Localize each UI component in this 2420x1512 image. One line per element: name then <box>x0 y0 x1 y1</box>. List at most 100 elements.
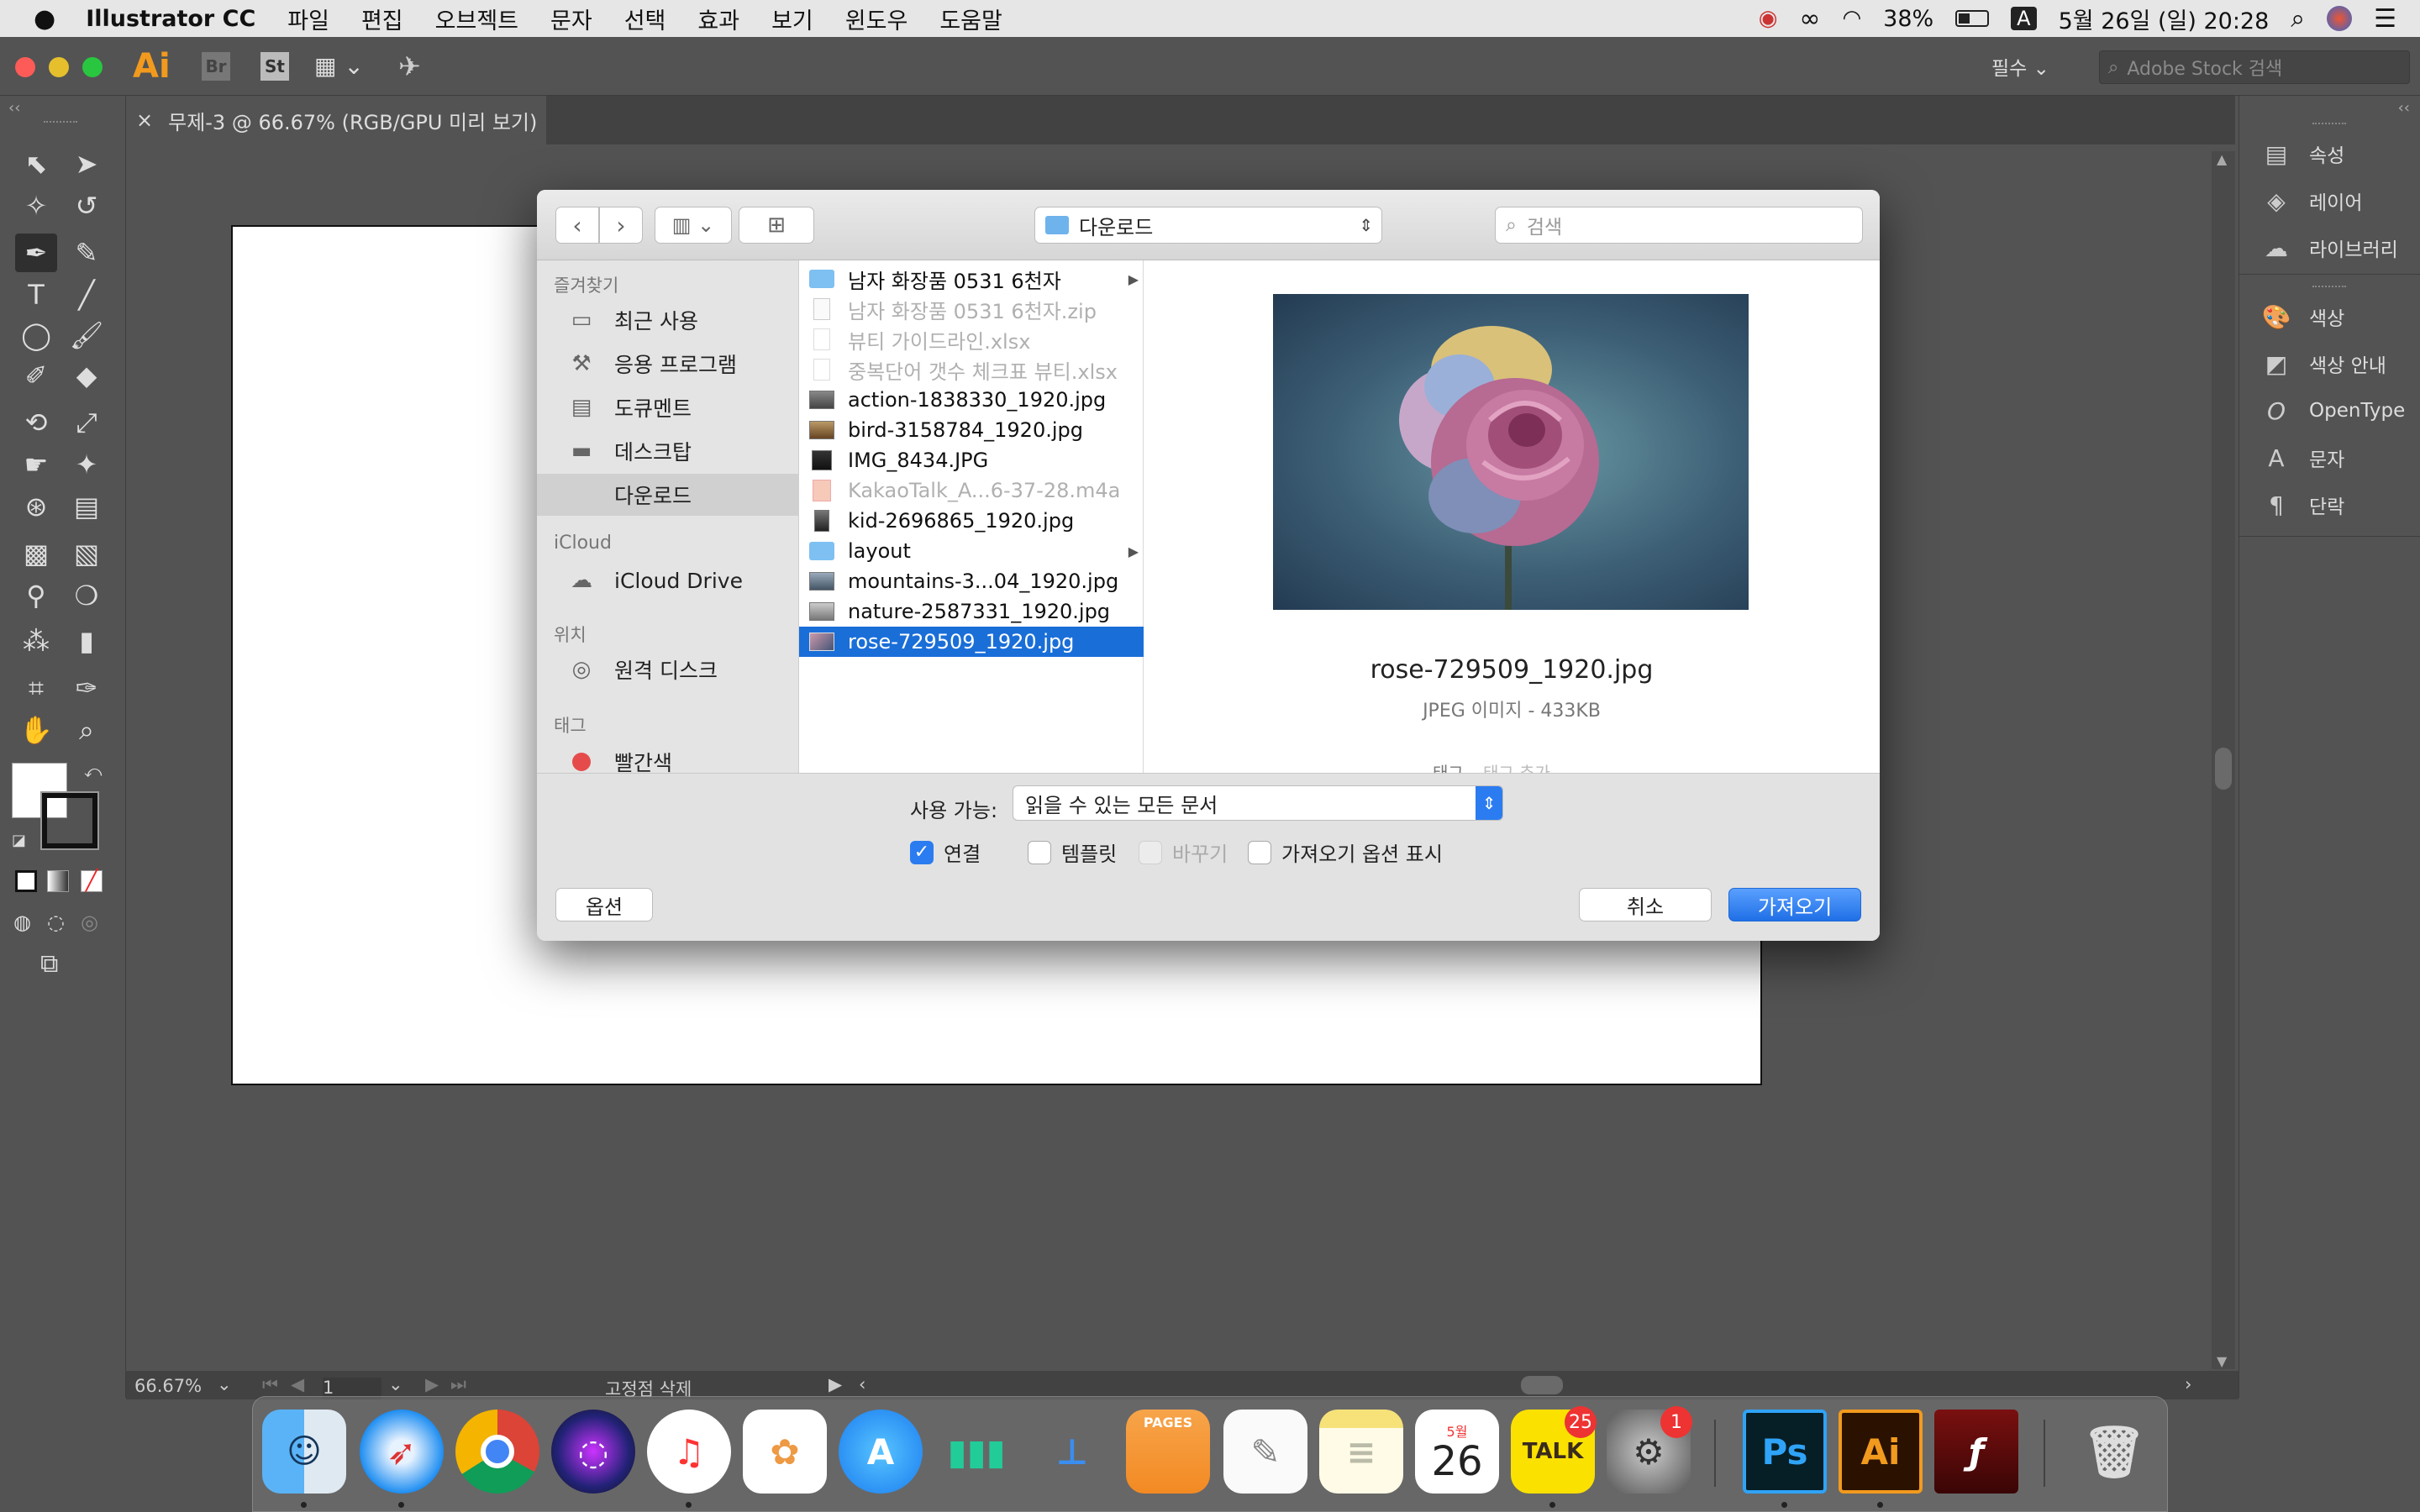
file-row[interactable]: 중복단어 갯수 체크표 뷰티.xlsx <box>799 354 1144 385</box>
creative-cloud-icon[interactable]: ∞ <box>1799 4 1820 34</box>
vertical-scrollbar[interactable]: ▲ ▼ <box>2212 151 2235 1369</box>
last-artboard-icon[interactable]: ⏭ <box>450 1374 466 1395</box>
warp-tool-icon[interactable]: ☛ <box>15 445 57 484</box>
stock-button[interactable]: St <box>260 52 289 81</box>
sidebar-item-applications[interactable]: ⚒ 응용 프로그램 <box>567 343 737 385</box>
menu-file[interactable]: 파일 <box>287 3 329 35</box>
stroke-swatch[interactable] <box>40 791 99 850</box>
search-field[interactable]: ⌕ 검색 <box>1495 207 1863 244</box>
pages-icon[interactable]: PAGES <box>1126 1410 1210 1494</box>
chrome-icon[interactable] <box>455 1410 539 1494</box>
siri-icon[interactable] <box>2327 6 2353 31</box>
artboard-dropdown-icon[interactable]: ⌄ <box>388 1374 403 1394</box>
file-row[interactable]: kid-2696865_1920.jpg <box>799 506 1144 536</box>
siri-icon[interactable]: ◌ <box>551 1410 635 1494</box>
panel-properties[interactable]: ▤ 속성 <box>2260 133 2345 175</box>
file-row[interactable]: 뷰티 가이드라인.xlsx <box>799 324 1144 354</box>
status-menu-icon[interactable]: ▶ <box>829 1374 842 1394</box>
menu-edit[interactable]: 편집 <box>361 3 403 35</box>
status-app-icon[interactable]: ◉ <box>1759 6 1778 31</box>
sidebar-item-desktop[interactable]: ▬ 데스크탑 <box>567 430 692 472</box>
photos-icon[interactable]: ✿ <box>743 1410 827 1494</box>
line-segment-tool-icon[interactable]: ╱ <box>66 276 108 314</box>
file-row-selected[interactable]: rose-729509_1920.jpg <box>799 627 1144 657</box>
panel-color-guide[interactable]: ◩ 색상 안내 <box>2260 343 2386 385</box>
ellipse-tool-icon[interactable]: ◯ <box>15 316 57 354</box>
color-mode-icon[interactable] <box>15 870 37 892</box>
symbol-sprayer-tool-icon[interactable]: ⁂ <box>15 622 57 660</box>
file-format-popup[interactable]: 읽을 수 있는 모든 문서 ⇕ <box>1013 785 1503 821</box>
blend-tool-icon[interactable]: ❍ <box>66 576 108 615</box>
zoom-dropdown-icon[interactable]: ⌄ <box>217 1374 232 1394</box>
eraser-tool-icon[interactable]: ◆ <box>66 356 108 395</box>
menu-app-name[interactable]: Illustrator CC <box>86 6 255 32</box>
artboard-tool-icon[interactable]: ⌗ <box>15 669 57 707</box>
menu-help[interactable]: 도움말 <box>939 3 1002 35</box>
gradient-tool-icon[interactable]: ▧ <box>66 534 108 573</box>
gpu-performance-icon[interactable]: ✈ <box>398 50 421 82</box>
trash-icon[interactable]: 🗑 <box>2072 1410 2156 1494</box>
arrange-documents-icon[interactable]: ▦ ⌄ <box>314 52 364 80</box>
draw-normal-icon[interactable]: ◍ <box>13 911 31 934</box>
file-row[interactable]: bird-3158784_1920.jpg <box>799 415 1144 445</box>
file-row[interactable]: layout ▶ <box>799 536 1144 566</box>
zoom-level-field[interactable]: 66.67% <box>134 1376 202 1396</box>
curvature-tool-icon[interactable]: ✎ <box>66 234 108 272</box>
close-tab-icon[interactable]: × <box>136 108 153 132</box>
cancel-button[interactable]: 취소 <box>1579 888 1712 921</box>
view-mode-button[interactable]: ▥ ⌄ <box>655 207 732 244</box>
file-row[interactable]: IMG_8434.JPG <box>799 445 1144 475</box>
previous-artboard-icon[interactable]: ◀ <box>291 1374 304 1394</box>
textedit-icon[interactable]: ✎ <box>1223 1410 1307 1494</box>
clock[interactable]: 5월 26일 (일) 20:28 <box>2059 3 2270 35</box>
direct-selection-tool-icon[interactable]: ➤ <box>66 144 108 183</box>
column-graph-tool-icon[interactable]: ▮ <box>66 622 108 660</box>
bridge-button[interactable]: Br <box>202 52 230 81</box>
type-tool-icon[interactable]: T <box>15 276 57 314</box>
menu-select[interactable]: 선택 <box>624 3 666 35</box>
flash-icon[interactable]: ƒ <box>1934 1410 2018 1494</box>
sidebar-item-remote-disc[interactable]: ◎ 원격 디스크 <box>567 648 718 690</box>
numbers-icon[interactable]: ▮▮▮ <box>934 1410 1018 1494</box>
next-artboard-icon[interactable]: ▶ <box>425 1374 439 1394</box>
template-checkbox[interactable]: 템플릿 <box>1028 837 1117 867</box>
scroll-down-icon[interactable]: ▼ <box>2217 1353 2227 1369</box>
perspective-grid-tool-icon[interactable]: ▤ <box>66 487 108 526</box>
workspace-switcher[interactable]: 필수 ⌄ <box>1991 52 2049 81</box>
sidebar-item-downloads[interactable]: 다운로드 <box>567 474 692 516</box>
scale-tool-icon[interactable]: ⤢ <box>66 403 108 442</box>
first-artboard-icon[interactable]: ⏮ <box>262 1374 278 1395</box>
itunes-icon[interactable]: ♫ <box>647 1410 731 1494</box>
rotate-tool-icon[interactable]: ⟲ <box>15 403 57 442</box>
eyedropper-tool-icon[interactable]: ⚲ <box>15 576 57 615</box>
magic-wand-tool-icon[interactable]: ✧ <box>15 186 57 225</box>
vertical-scroll-thumb[interactable] <box>2215 748 2232 790</box>
pen-tool-icon[interactable]: ✒ <box>15 234 57 272</box>
file-row[interactable]: 남자 화장품 0531 6천자.zip <box>799 294 1144 324</box>
selection-tool-icon[interactable]: ⬉ <box>15 144 57 183</box>
finder-icon[interactable]: ☺ <box>262 1410 346 1494</box>
adobe-stock-search[interactable]: ⌕ Adobe Stock 검색 <box>2099 50 2410 84</box>
file-row[interactable]: mountains-3...04_1920.jpg <box>799 566 1144 596</box>
default-fill-stroke-icon[interactable]: ◪ <box>12 832 26 849</box>
illustrator-icon[interactable]: Ai <box>1839 1410 1923 1494</box>
menu-type[interactable]: 문자 <box>550 3 592 35</box>
file-row[interactable]: KakaoTalk_A...6-37-28.m4a <box>799 475 1144 506</box>
spotlight-icon[interactable]: ⌕ <box>2291 4 2305 34</box>
show-import-options-checkbox[interactable]: 가져오기 옵션 표시 <box>1248 837 1443 867</box>
location-popup[interactable]: 다운로드 ⇕ <box>1034 207 1382 244</box>
file-row[interactable]: nature-2587331_1920.jpg <box>799 596 1144 627</box>
zoom-tool-icon[interactable]: ⌕ <box>66 711 108 749</box>
mesh-tool-icon[interactable]: ▩ <box>15 534 57 573</box>
panel-libraries[interactable]: ☁ 라이브러리 <box>2260 227 2398 269</box>
menu-object[interactable]: 오브젝트 <box>435 3 518 35</box>
file-row[interactable]: action-1838330_1920.jpg <box>799 385 1144 415</box>
scroll-left-icon[interactable]: ‹ <box>859 1374 865 1394</box>
swap-fill-stroke-icon[interactable]: ⤺ <box>84 761 102 781</box>
sidebar-item-icloud-drive[interactable]: ☁ iCloud Drive <box>567 559 743 601</box>
panel-character[interactable]: A 문자 <box>2260 437 2344 479</box>
apple-icon[interactable]: ● <box>34 4 55 34</box>
none-mode-icon[interactable]: ╱ <box>81 870 103 892</box>
import-button[interactable]: 가져오기 <box>1728 888 1861 921</box>
keynote-icon[interactable]: ⊥ <box>1030 1410 1114 1494</box>
